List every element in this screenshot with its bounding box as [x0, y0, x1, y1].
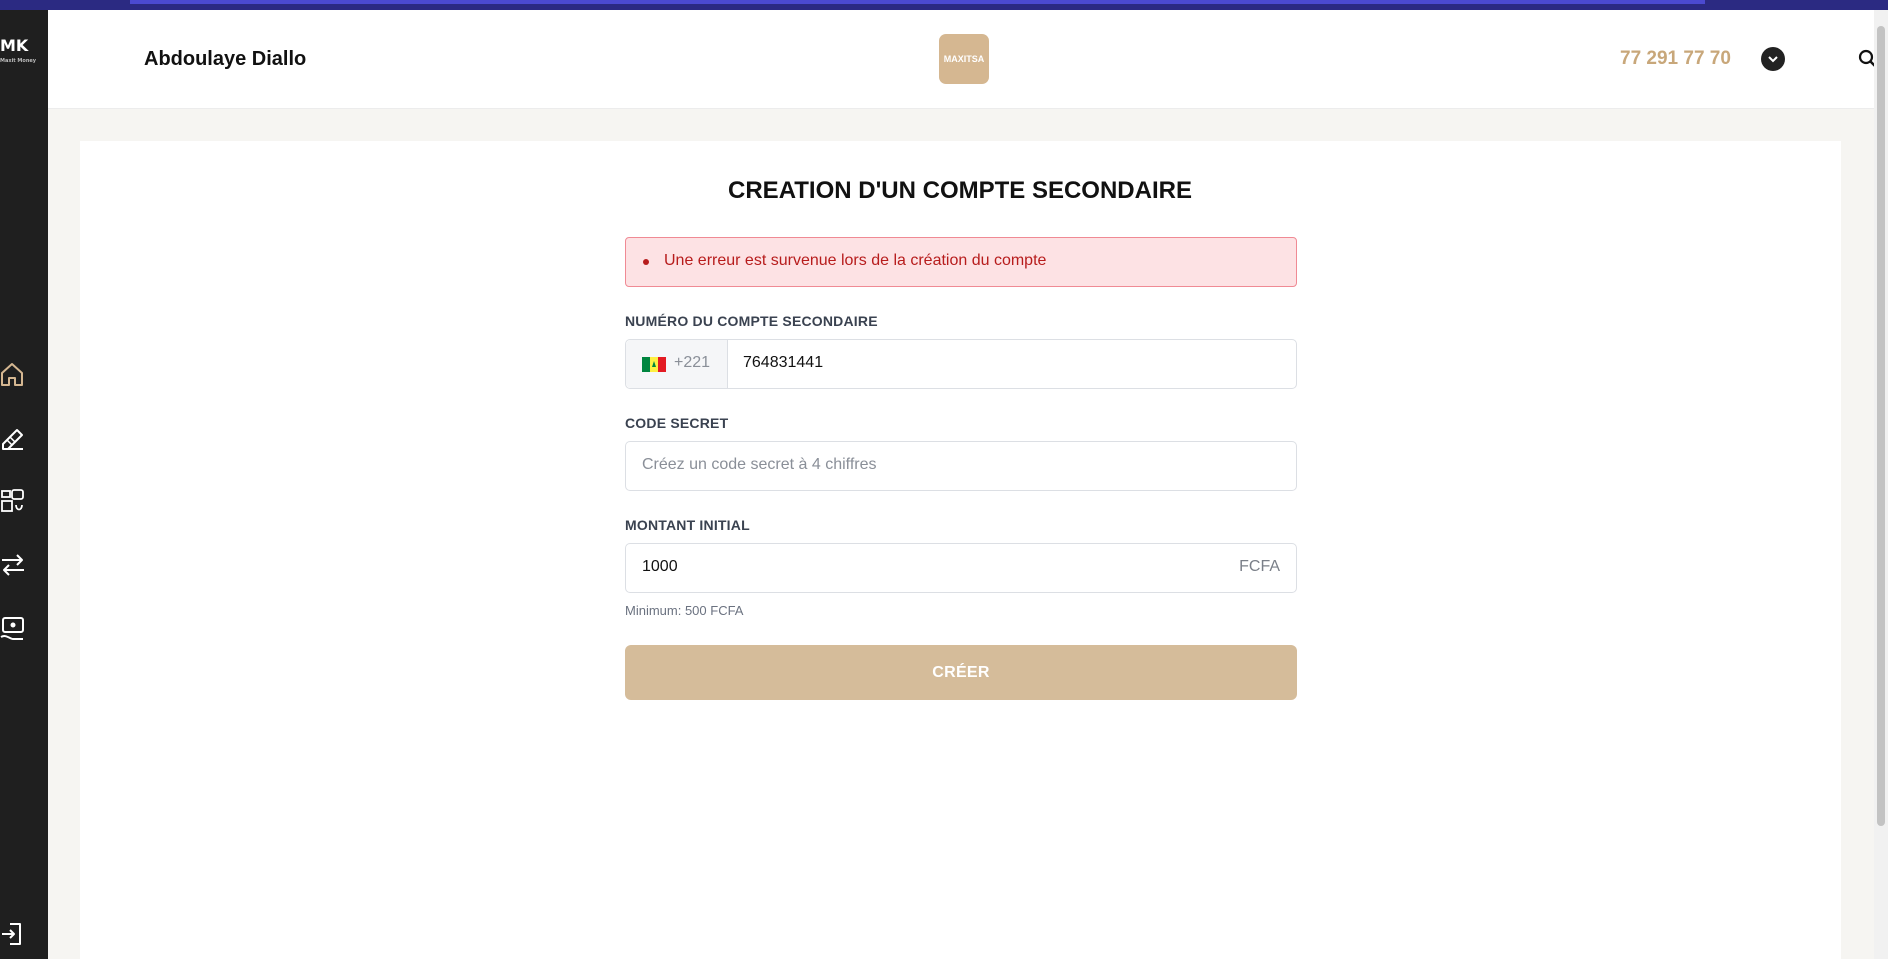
app-logo[interactable]: MK Maxit Money	[0, 36, 36, 76]
error-alert: Une erreur est survenue lors de la créat…	[625, 237, 1297, 287]
app-header: Abdoulaye Diallo MAXITSA 77 291 77 70	[48, 10, 1878, 109]
initial-amount-input[interactable]: 1000	[642, 558, 678, 576]
scrollbar-thumb[interactable]	[1877, 26, 1885, 826]
app-logo-text: MK	[0, 36, 29, 55]
account-dropdown-button[interactable]	[1761, 47, 1785, 71]
minimum-amount-hint: Minimum: 500 FCFA	[625, 603, 744, 618]
create-account-button[interactable]: CRÉER	[625, 645, 1297, 700]
page-scrollbar[interactable]	[1874, 10, 1888, 959]
secret-code-label: CODE SECRET	[625, 415, 729, 431]
account-number-input[interactable]: 764831441	[743, 354, 823, 372]
home-icon[interactable]	[0, 360, 28, 388]
senegal-flag-icon	[642, 357, 666, 372]
accounts-icon[interactable]	[0, 487, 28, 515]
country-dial-code: +221	[674, 354, 711, 371]
currency-suffix: FCFA	[1239, 558, 1280, 575]
logout-icon[interactable]	[0, 920, 28, 948]
secret-code-field[interactable]: Créez un code secret à 4 chiffres	[625, 441, 1297, 491]
transfer-icon[interactable]	[0, 551, 28, 579]
page-title: CREATION D'UN COMPTE SECONDAIRE	[728, 177, 1192, 204]
app-logo-subtitle: Maxit Money	[0, 58, 37, 64]
sidebar: MK Maxit Money	[0, 10, 48, 959]
brand-logo: MAXITSA	[939, 34, 989, 84]
account-number-label: NUMÉRO DU COMPTE SECONDAIRE	[625, 313, 878, 329]
account-number-field: +221 764831441	[625, 339, 1297, 389]
country-code-selector[interactable]: +221	[626, 340, 728, 388]
payment-icon[interactable]	[0, 615, 28, 643]
initial-amount-label: MONTANT INITIAL	[625, 517, 750, 533]
account-phone-number: 77 291 77 70	[1620, 48, 1731, 69]
browser-top-strip	[0, 0, 1888, 10]
bullet-icon	[643, 259, 649, 265]
user-name: Abdoulaye Diallo	[144, 48, 307, 70]
error-message: Une erreur est survenue lors de la créat…	[664, 252, 1047, 269]
initial-amount-field[interactable]: 1000 FCFA	[625, 543, 1297, 593]
secret-code-input[interactable]: Créez un code secret à 4 chiffres	[642, 456, 877, 474]
edit-icon[interactable]	[0, 424, 28, 452]
chevron-down-icon	[1768, 56, 1778, 63]
